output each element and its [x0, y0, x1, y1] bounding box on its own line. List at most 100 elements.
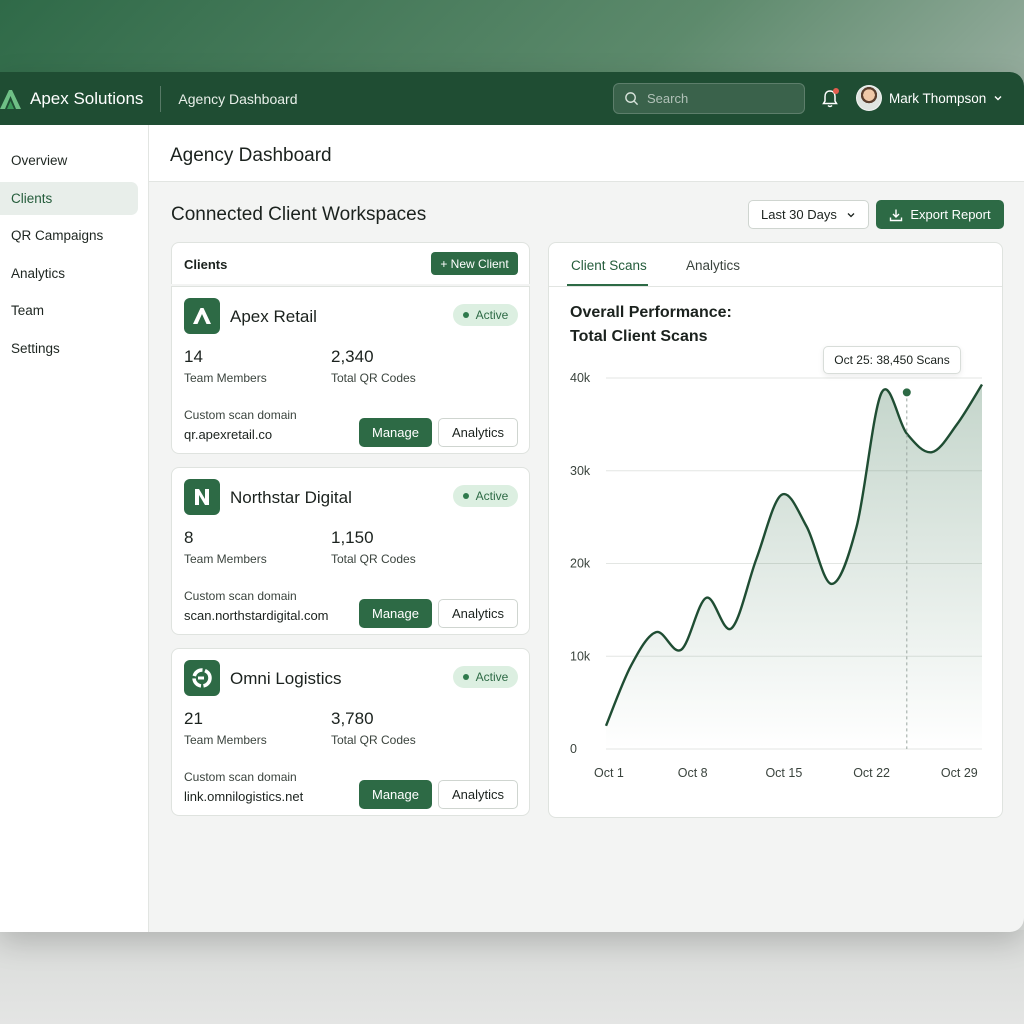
team-members-count: 14	[184, 347, 203, 366]
team-members-label: Team Members	[184, 552, 267, 566]
user-name: Mark Thompson	[889, 90, 987, 106]
date-range-label: Last 30 Days	[761, 207, 837, 222]
domain-value: link.omnilogistics.net	[184, 789, 304, 804]
status-dot	[462, 493, 469, 499]
sidebar-item-settings[interactable]: Settings	[0, 332, 138, 365]
highlight-point	[900, 386, 913, 399]
qr-campaigns-icon	[0, 230, 1, 242]
sidebar-item-label: Clients	[11, 191, 53, 206]
clients-panel-header: Clients + New Client	[171, 242, 530, 284]
download-icon	[890, 209, 903, 221]
sidebar-item-label: QR Campaigns	[11, 228, 104, 243]
background-fade	[0, 930, 1024, 1024]
status-badge: Active	[453, 304, 518, 326]
domain-label: Custom scan domain	[184, 770, 297, 784]
chevron-down-icon	[847, 212, 855, 217]
client-name: Apex Retail	[230, 307, 317, 326]
team-members-count: 8	[184, 528, 194, 547]
overview-icon	[0, 155, 1, 167]
analytics-button[interactable]: Analytics	[438, 599, 518, 628]
x-tick-label: Oct 8	[678, 766, 708, 780]
status-dot	[462, 312, 469, 318]
team-members-count: 21	[184, 709, 203, 728]
analytics-button[interactable]: Analytics	[438, 780, 518, 809]
qr-codes-count: 3,780	[331, 709, 374, 728]
chart-tooltip: Oct 25: 38,450 Scans	[823, 346, 961, 374]
sidebar-item-label: Settings	[11, 341, 60, 356]
export-report-button[interactable]: Export Report	[876, 200, 1004, 229]
avatar	[856, 85, 882, 111]
domain-value: qr.apexretail.co	[184, 427, 273, 442]
search-input[interactable]	[647, 91, 797, 106]
y-tick-label: 0	[570, 742, 577, 756]
x-tick-label: Oct 22	[853, 766, 890, 780]
sidebar-item-qr-campaigns[interactable]: QR Campaigns	[0, 219, 138, 252]
manage-button[interactable]: Manage	[359, 780, 432, 809]
team-members-label: Team Members	[184, 371, 267, 385]
sidebar-item-label: Team	[11, 303, 45, 318]
y-tick-label: 20k	[570, 557, 591, 571]
client-card-apex-retail: Apex Retail Active 14 Team Members 2,340…	[171, 286, 530, 454]
sidebar-item-analytics[interactable]: Analytics	[0, 257, 138, 290]
x-tick-label: Oct 1	[594, 766, 624, 780]
page-title: Agency Dashboard	[170, 145, 332, 166]
chevron-down-icon	[994, 96, 1002, 101]
y-tick-label: 10k	[570, 649, 591, 663]
sidebar-item-label: Overview	[11, 153, 68, 168]
domain-value: scan.northstardigital.com	[184, 608, 329, 623]
team-members-label: Team Members	[184, 733, 267, 747]
series-area	[606, 384, 982, 749]
y-tick-label: 30k	[570, 464, 591, 478]
date-range-select[interactable]: Last 30 Days	[748, 200, 869, 229]
notification-dot	[833, 88, 839, 94]
scans-chart: 0 10k 20k 30k 40k Oct 1 Oct 8 Oct 15 Oct 22 Oct 2…	[570, 371, 984, 780]
brand-name: Apex Solutions	[30, 88, 144, 108]
x-tick-label: Oct 15	[765, 766, 802, 780]
status-label: Active	[475, 489, 509, 503]
northstar-digital-logo-icon	[184, 479, 220, 515]
user-menu[interactable]: Mark Thompson	[856, 85, 1003, 111]
qr-codes-count: 1,150	[331, 528, 374, 547]
sidebar-item-clients[interactable]: Clients	[0, 182, 138, 215]
qr-codes-label: Total QR Codes	[331, 733, 416, 747]
manage-button[interactable]: Manage	[359, 418, 432, 447]
x-tick-label: Oct 29	[941, 766, 978, 780]
search-box[interactable]	[613, 83, 805, 114]
status-label: Active	[475, 308, 509, 322]
status-badge: Active	[453, 485, 518, 507]
analytics-icon	[0, 268, 1, 280]
search-icon	[625, 92, 639, 106]
sidebar-item-label: Analytics	[11, 266, 66, 281]
sidebar-item-overview[interactable]: Overview	[0, 144, 138, 177]
brand[interactable]: Apex Solutions	[0, 87, 143, 111]
new-client-button[interactable]: + New Client	[431, 252, 518, 275]
section-title: Connected Client Workspaces	[171, 204, 427, 225]
status-label: Active	[475, 670, 509, 684]
chart-panel: Client Scans Analytics Overall Performan…	[548, 242, 1003, 818]
apex-logo-icon	[0, 89, 21, 109]
clients-header: Clients	[184, 257, 228, 272]
settings-icon	[0, 343, 1, 355]
omni-logistics-logo-icon	[184, 660, 220, 696]
status-badge: Active	[453, 666, 518, 688]
client-name: Omni Logistics	[230, 669, 342, 688]
analytics-button[interactable]: Analytics	[438, 418, 518, 447]
y-tick-label: 40k	[570, 371, 591, 385]
apex-retail-logo-icon	[184, 298, 220, 334]
qr-codes-count: 2,340	[331, 347, 374, 366]
status-dot	[462, 674, 469, 680]
page-header: Agency Dashboard	[149, 125, 1024, 182]
domain-label: Custom scan domain	[184, 408, 297, 422]
sidebar-item-team[interactable]: Team	[0, 294, 138, 327]
sidebar: Overview Clients QR Campaigns Analytics …	[0, 125, 149, 932]
clients-icon	[0, 193, 1, 205]
team-icon	[0, 305, 1, 317]
topbar-section-title: Agency Dashboard	[178, 90, 298, 107]
qr-codes-label: Total QR Codes	[331, 371, 416, 385]
top-bar: Apex Solutions Agency Dashboard Mark Tho…	[0, 72, 1024, 125]
manage-button[interactable]: Manage	[359, 599, 432, 628]
client-card-omni-logistics: Omni Logistics Active 21 Team Members 3,…	[171, 648, 530, 816]
topbar-divider	[160, 85, 162, 112]
qr-codes-label: Total QR Codes	[331, 552, 416, 566]
client-card-northstar-digital: Northstar Digital Active 8 Team Members …	[171, 467, 530, 635]
